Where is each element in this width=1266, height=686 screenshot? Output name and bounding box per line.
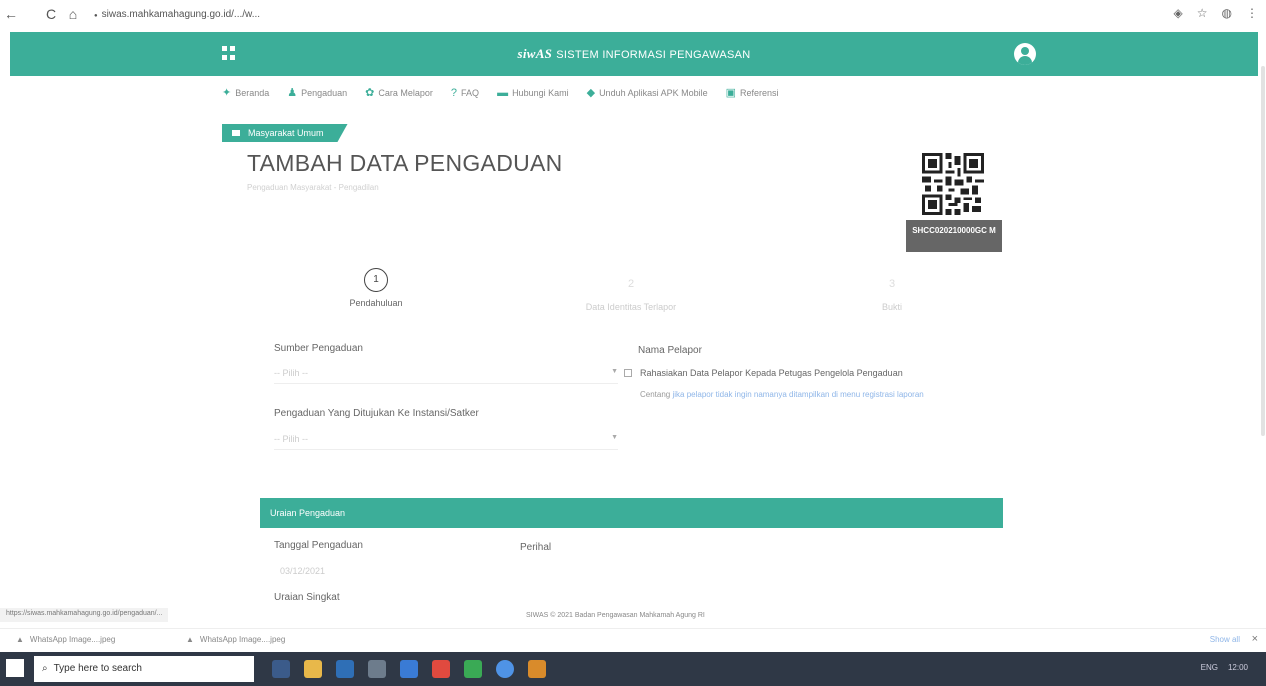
step-label: Bukti xyxy=(881,302,902,312)
tanggal-pengaduan-input[interactable]: 03/12/2021 xyxy=(280,566,325,576)
users-icon: ♟ xyxy=(287,87,298,99)
user-avatar-icon[interactable] xyxy=(1014,43,1036,65)
sumber-pengaduan-label: Sumber Pengaduan xyxy=(274,343,363,354)
file-explorer-icon[interactable] xyxy=(304,660,322,678)
dropdown-caret-icon: ▼ xyxy=(611,434,618,441)
show-all-downloads-link[interactable]: Show all xyxy=(1210,635,1240,644)
id-card-icon xyxy=(232,130,240,136)
menu-item-pengaduan[interactable]: ♟ Pengaduan xyxy=(287,86,347,99)
step-number: 3 xyxy=(888,278,896,290)
whatsapp-icon[interactable] xyxy=(464,660,482,678)
uraian-singkat-label: Uraian Singkat xyxy=(274,592,340,603)
qr-code-image xyxy=(922,153,984,215)
instansi-tujuan-label: Pengaduan Yang Ditujukan Ke Instansi/Sat… xyxy=(274,408,479,419)
page-scrollbar[interactable] xyxy=(1258,32,1266,622)
edge-icon[interactable] xyxy=(336,660,354,678)
instansi-tujuan-select[interactable]: -- Pilih -- ▼ xyxy=(274,428,618,450)
search-icon: ⌕ xyxy=(42,663,48,674)
menu-item-unduh-apk[interactable]: ◆ Unduh Aplikasi APK Mobile xyxy=(587,86,708,99)
windows-start-icon[interactable] xyxy=(6,659,24,677)
downloads-bar: ▲ WhatsApp Image....jpeg ▲ WhatsApp Image.… xyxy=(0,628,1266,650)
close-icon[interactable]: × xyxy=(1252,633,1258,645)
home-icon: ✦ xyxy=(222,87,232,99)
app-title: siwAS SISTEM INFORMASI PENGAWASAN xyxy=(517,46,751,61)
rahasiakan-checkbox-row[interactable]: Rahasiakan Data Pelapor Kepada Petugas P… xyxy=(624,368,903,378)
question-icon: ? xyxy=(450,86,458,99)
chrome-icon[interactable] xyxy=(496,660,514,678)
step-label: Data Identitas Terlapor xyxy=(585,302,677,312)
help-icon: ✿ xyxy=(365,87,375,99)
scrollbar-thumb[interactable] xyxy=(1261,66,1265,436)
rahasiakan-hint: Centang jika pelapor tidak ingin namanya… xyxy=(640,390,924,399)
registration-code-label: SHCC020210000GC M xyxy=(906,220,1002,252)
taskbar-search-input[interactable]: ⌕ Type here to search xyxy=(34,656,254,682)
user-type-badge: Masyarakat Umum xyxy=(222,124,348,142)
browser-actions: ◈ ☆ ◍ ⋮ xyxy=(1174,6,1258,20)
profile-icon[interactable]: ◍ xyxy=(1222,6,1232,20)
reload-icon[interactable]: C xyxy=(40,6,62,22)
download-icon: ◆ xyxy=(586,87,596,99)
sumber-pengaduan-select[interactable]: -- Pilih -- ▼ xyxy=(274,362,618,384)
file-icon: ▲ xyxy=(186,635,194,644)
apps-grid-icon[interactable] xyxy=(222,46,236,60)
tanggal-pengaduan-label: Tanggal Pengaduan xyxy=(274,540,363,551)
back-arrow-icon[interactable]: ← xyxy=(0,6,22,22)
address-bar[interactable]: ● siwas.mahkamahagung.go.id/.../w... xyxy=(94,9,260,20)
bookmark-star-icon[interactable]: ☆ xyxy=(1197,6,1208,20)
uraian-section-header: Uraian Pengaduan xyxy=(260,498,1003,528)
page-title: TAMBAH DATA PENGADUAN xyxy=(247,150,563,176)
menu-item-faq[interactable]: ? FAQ xyxy=(451,86,479,99)
menu-item-cara-melapor[interactable]: ✿ Cara Melapor xyxy=(365,86,433,99)
nama-pelapor-label: Nama Pelapor xyxy=(638,345,702,356)
link-status-url: https://siwas.mahkamahagung.go.id/pengad… xyxy=(0,608,169,622)
rahasiakan-checkbox[interactable] xyxy=(624,369,632,377)
step-number: 2 xyxy=(627,278,635,290)
system-tray: ENG 12:00 xyxy=(1201,663,1248,672)
menu-item-hubungi-kami[interactable]: ▬ Hubungi Kami xyxy=(497,86,569,99)
brand-logo: siwAS xyxy=(517,46,553,61)
download-item[interactable]: ▲ WhatsApp Image....jpeg xyxy=(186,635,306,644)
windows-taskbar: ⌕ Type here to search ENG 12:00 xyxy=(0,652,1266,686)
step-label: Pendahuluan xyxy=(349,298,403,308)
browser-menu-icon[interactable]: ⋮ xyxy=(1246,6,1258,20)
download-item[interactable]: ▲ WhatsApp Image....jpeg xyxy=(16,635,136,644)
step-data-identitas[interactable]: 2 Data Identitas Terlapor xyxy=(566,278,696,312)
book-icon: ▣ xyxy=(725,87,737,99)
contact-icon: ▬ xyxy=(497,86,509,99)
step-number: 1 xyxy=(364,268,388,292)
app-icon[interactable] xyxy=(432,660,450,678)
step-pendahuluan[interactable]: 1 Pendahuluan xyxy=(336,268,416,308)
footer-copyright: SIWAS © 2021 Badan Pengawasan Mahkamah A… xyxy=(526,612,705,619)
mail-icon[interactable] xyxy=(400,660,418,678)
store-icon[interactable] xyxy=(368,660,386,678)
app-header: siwAS SISTEM INFORMASI PENGAWASAN xyxy=(10,32,1258,76)
perihal-label: Perihal xyxy=(520,542,552,553)
step-bukti[interactable]: 3 Bukti xyxy=(862,278,922,312)
main-menu: ✦ Beranda ♟ Pengaduan ✿ Cara Melapor ? FAQ ▬… xyxy=(222,86,779,100)
tray-language[interactable]: ENG xyxy=(1201,663,1218,672)
menu-item-referensi[interactable]: ▣ Referensi xyxy=(726,86,779,99)
app-icon[interactable] xyxy=(528,660,546,678)
tray-clock[interactable]: 12:00 xyxy=(1228,663,1248,672)
page-subtitle: Pengaduan Masyarakat - Pengadilan xyxy=(247,183,379,192)
lock-icon: ● xyxy=(94,12,98,19)
extension-icon[interactable]: ◈ xyxy=(1174,6,1183,20)
browser-toolbar: ← C ⌂ ● siwas.mahkamahagung.go.id/.../w..… xyxy=(0,0,1266,28)
task-view-icon[interactable] xyxy=(272,660,290,678)
dropdown-caret-icon: ▼ xyxy=(611,368,618,375)
file-icon: ▲ xyxy=(16,635,24,644)
home-icon[interactable]: ⌂ xyxy=(62,6,84,22)
menu-item-beranda[interactable]: ✦ Beranda xyxy=(222,86,269,99)
